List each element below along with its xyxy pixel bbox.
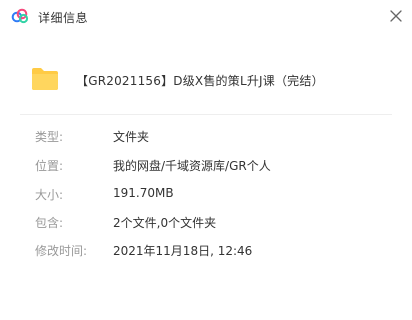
divider: [20, 114, 392, 115]
file-header: 【GR2021156】D级X售的策L升J课（完结）: [20, 54, 392, 108]
property-value: 2个文件,0个文件夹: [113, 216, 217, 230]
title-bar: 详细信息: [0, 0, 412, 32]
property-label: 位置:: [35, 159, 64, 173]
watermark-text: 千域资源库: [288, 267, 376, 287]
property-label: 包含:: [35, 216, 64, 230]
file-name: 【GR2021156】D级X售的策L升J课（完结）: [76, 74, 324, 88]
property-size: 大小: 191.70MB: [35, 186, 395, 204]
property-value: 191.70MB: [113, 186, 174, 200]
property-label: 大小:: [35, 188, 64, 202]
property-location: 位置: 我的网盘/千域资源库/GR个人: [35, 157, 395, 175]
watermark-url: 52qianyu.com: [292, 286, 346, 294]
property-label: 修改时间:: [35, 244, 88, 258]
close-icon[interactable]: [388, 8, 404, 24]
property-type: 类型: 文件夹: [35, 128, 395, 146]
property-label: 类型:: [35, 130, 64, 144]
watermark: 千域资源库 52qianyu.com: [244, 254, 390, 302]
window-title: 详细信息: [38, 11, 89, 25]
watermark-logo-icon: [250, 262, 282, 296]
folder-icon: [32, 68, 58, 90]
cloud-icon: [11, 8, 29, 24]
property-value: 我的网盘/千域资源库/GR个人: [113, 159, 271, 173]
property-value: 2021年11月18日, 12:46: [113, 244, 253, 258]
property-value: 文件夹: [113, 130, 150, 144]
property-contains: 包含: 2个文件,0个文件夹: [35, 214, 395, 232]
